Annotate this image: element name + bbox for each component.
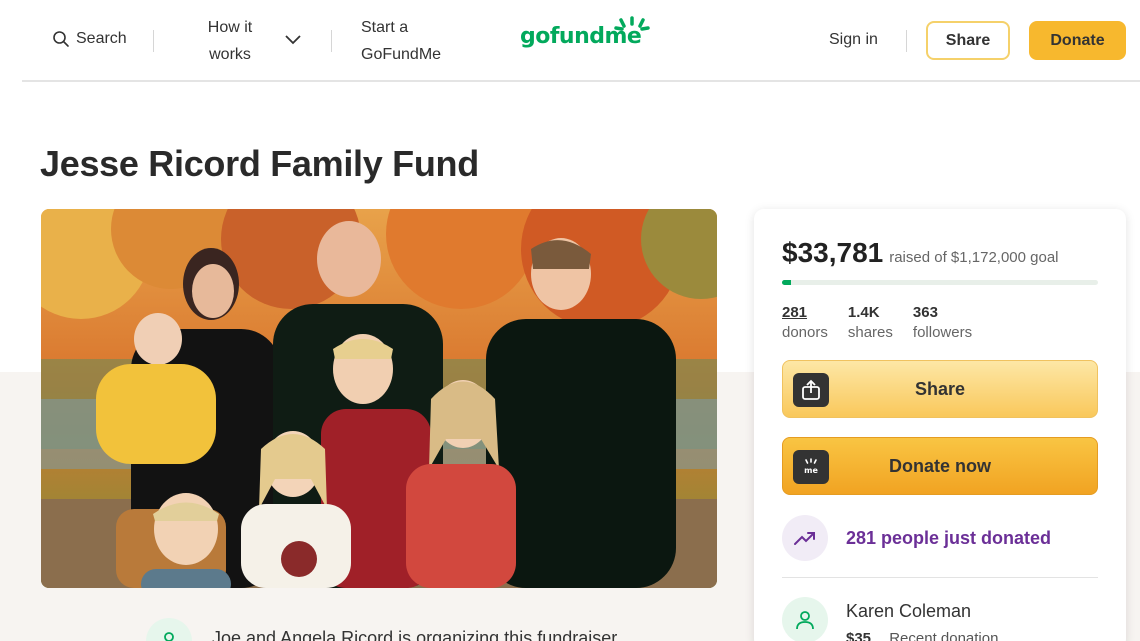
nav-divider	[153, 30, 154, 52]
followers-stat: 363 followers	[913, 303, 972, 343]
share-icon	[793, 373, 829, 407]
donation-card: $33,781 raised of $1,172,000 goal 281 do…	[754, 209, 1126, 641]
search-icon	[53, 31, 69, 47]
recent-donation-item: Karen Coleman $35 Recent donation	[782, 597, 998, 641]
top-navigation: Search How it works Start a GoFundMe gof…	[22, 0, 1140, 82]
share-button-label: Share	[914, 378, 966, 399]
donors-count[interactable]: 281	[782, 303, 828, 323]
shares-stat: 1.4K shares	[848, 303, 893, 343]
fundraiser-photo[interactable]	[41, 209, 717, 588]
chevron-down-icon[interactable]	[284, 34, 302, 46]
progress-bar	[782, 280, 1098, 285]
nav-divider	[331, 30, 332, 52]
donate-now-button[interactable]: me Donate now	[782, 437, 1098, 495]
organizer-avatar-icon	[146, 618, 192, 641]
donation-amount: $35	[846, 630, 872, 641]
search-label: Search	[76, 30, 127, 47]
fundraiser-stats: 281 donors 1.4K shares 363 followers	[782, 303, 972, 343]
sign-in-link[interactable]: Sign in	[829, 31, 878, 49]
followers-label: followers	[912, 324, 973, 341]
donation-note: Recent donation	[889, 630, 999, 641]
header-donate-button[interactable]: Donate	[1029, 21, 1126, 60]
donor-name: Karen Coleman	[846, 601, 972, 621]
organizer-info: Joe and Angela Ricord is organizing this…	[146, 618, 621, 641]
followers-count: 363	[912, 304, 938, 321]
svg-text:me: me	[804, 466, 818, 475]
start-gofundme-link[interactable]: Start a GoFundMe	[361, 14, 461, 68]
search-link[interactable]: Search	[52, 30, 127, 48]
donate-now-label: Donate now	[889, 455, 991, 476]
header-share-button[interactable]: Share	[926, 21, 1010, 60]
gofundme-logo[interactable]: gofundme	[520, 14, 650, 54]
gofundme-badge-icon: me	[793, 450, 829, 484]
trending-up-icon	[782, 515, 828, 561]
donor-heart-icon	[782, 597, 828, 641]
progress-fill	[782, 280, 792, 285]
organizer-text: Joe and Angela Ricord is organizing this…	[212, 628, 622, 641]
shares-count: 1.4K	[847, 304, 880, 321]
family-photo-illustration	[41, 209, 717, 588]
raised-amount: $33,781	[782, 237, 884, 268]
logo-sun-icon	[614, 16, 650, 31]
donors-stat[interactable]: 281 donors	[782, 303, 828, 343]
how-it-works-menu[interactable]: How it works	[206, 14, 254, 68]
shares-label: shares	[847, 324, 893, 341]
donors-label: donors	[782, 324, 828, 341]
goal-text: raised of $1,172,000 goal	[889, 249, 1059, 266]
donation-meta: $35 Recent donation	[846, 630, 998, 641]
card-divider	[782, 577, 1098, 578]
share-button[interactable]: Share	[782, 360, 1098, 418]
nav-divider	[906, 30, 907, 52]
trend-text: 281 people just donated	[846, 527, 1052, 548]
recent-donations-trend: 281 people just donated	[782, 515, 1051, 561]
page-title: Jesse Ricord Family Fund	[40, 143, 479, 184]
raised-summary: $33,781 raised of $1,172,000 goal	[782, 237, 1059, 269]
